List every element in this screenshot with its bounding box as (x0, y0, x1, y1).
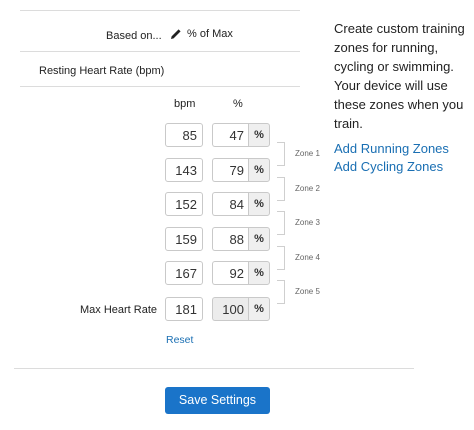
based-on-selector[interactable]: % of Max (170, 28, 233, 40)
add-cycling-zones-link[interactable]: Add Cycling Zones (334, 159, 443, 174)
based-on-label: Based on... (106, 30, 162, 42)
save-settings-button[interactable]: Save Settings (165, 387, 270, 414)
zone-label-1: Zone 1 (295, 149, 320, 158)
percent-addon: % (248, 192, 270, 216)
zone-bracket (277, 211, 285, 235)
zone-label-3: Zone 3 (295, 218, 320, 227)
bpm-input-row-4[interactable]: 159 (165, 227, 203, 251)
zone-bracket (277, 177, 285, 201)
zone-bracket (277, 246, 285, 270)
bpm-column-header: bpm (174, 98, 196, 110)
pct-input-row-3[interactable]: 84 (212, 192, 248, 216)
divider-resting (20, 86, 300, 87)
bpm-input-row-1[interactable]: 85 (165, 123, 203, 147)
max-hr-label: Max Heart Rate (80, 304, 158, 316)
zone-label-2: Zone 2 (295, 184, 320, 193)
pct-field-row-5: 92 % (212, 261, 270, 285)
zone-label-4: Zone 4 (295, 253, 320, 262)
top-divider (20, 10, 300, 11)
pct-field-row-4: 88 % (212, 227, 270, 251)
based-on-value: % of Max (187, 28, 233, 40)
pct-field-row-1: 47 % (212, 123, 270, 147)
percent-addon: % (248, 227, 270, 251)
reset-link[interactable]: Reset (166, 334, 193, 346)
max-pct-input: 100 (212, 297, 248, 321)
add-running-zones-link[interactable]: Add Running Zones (334, 141, 449, 156)
zone-bracket (277, 280, 285, 304)
pct-input-row-2[interactable]: 79 (212, 158, 248, 182)
zone-bracket (277, 142, 285, 166)
resting-hr-label: Resting Heart Rate (bpm) (39, 65, 165, 77)
percent-addon: % (248, 297, 270, 321)
pct-field-row-3: 84 % (212, 192, 270, 216)
percent-addon: % (248, 123, 270, 147)
pct-input-row-1[interactable]: 47 (212, 123, 248, 147)
zones-description: Create custom training zones for running… (334, 21, 465, 131)
pct-column-header: % (233, 98, 243, 110)
bottom-divider (14, 368, 414, 369)
percent-addon: % (248, 158, 270, 182)
max-pct-field: 100 % (212, 297, 270, 321)
pct-field-row-2: 79 % (212, 158, 270, 182)
bpm-input-row-2[interactable]: 143 (165, 158, 203, 182)
pct-input-row-5[interactable]: 92 (212, 261, 248, 285)
percent-addon: % (248, 261, 270, 285)
bpm-input-row-3[interactable]: 152 (165, 192, 203, 216)
bpm-input-row-5[interactable]: 167 (165, 261, 203, 285)
max-bpm-input[interactable]: 181 (165, 297, 203, 321)
pencil-icon[interactable] (170, 28, 182, 40)
zone-label-5: Zone 5 (295, 287, 320, 296)
divider-based-on (20, 51, 300, 52)
pct-input-row-4[interactable]: 88 (212, 227, 248, 251)
